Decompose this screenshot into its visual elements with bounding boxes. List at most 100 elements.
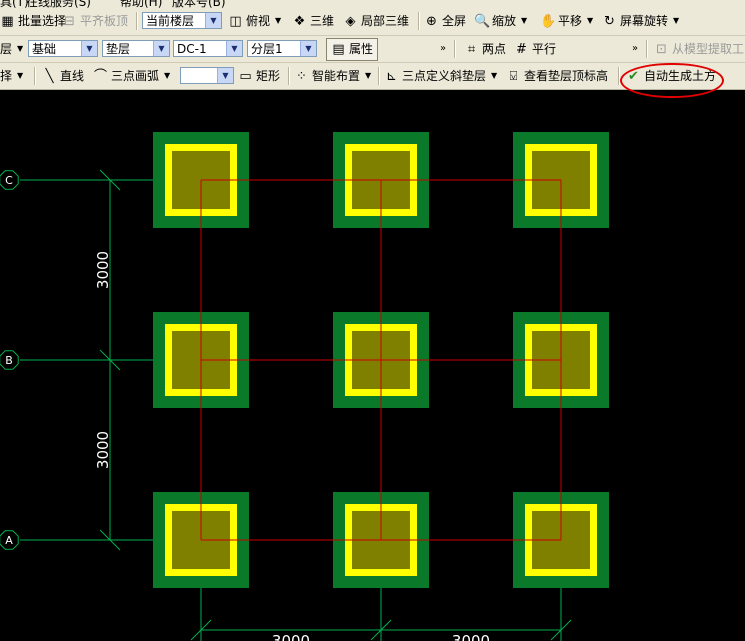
batch-select-icon: ▦ [1, 13, 14, 29]
full-screen-button[interactable]: ⊕ 全屏 [424, 8, 466, 34]
separator [378, 67, 380, 85]
3d-view-icon: ❖ [293, 13, 306, 29]
pan-label: 平移 [558, 14, 583, 28]
category-select[interactable]: 基础 ▼ [28, 40, 98, 57]
align-top-button[interactable]: ⊟ 平齐板顶 [62, 8, 128, 34]
chevron-down-icon: ▼ [81, 41, 97, 56]
parallel-label: 平行 [532, 42, 557, 56]
separator [618, 67, 620, 85]
arc-icon: ⌒ [93, 68, 107, 84]
floor-select-value: 当前楼层 [146, 14, 195, 28]
toolbar-overflow-chevron[interactable]: » [440, 36, 446, 62]
extract-icon: ⊡ [656, 41, 667, 57]
slope-icon: ⊾ [386, 68, 397, 84]
smart-layout-label: 智能布置 [312, 69, 361, 83]
dropdown-caret-icon: ▼ [17, 44, 24, 53]
auto-earthwork-button[interactable]: ✔ 自动生成土方 [626, 63, 716, 89]
dropdown-caret-icon: ▼ [587, 16, 594, 25]
properties-button[interactable]: ▤ 属性 [326, 38, 379, 61]
three-d-label: 三维 [310, 14, 335, 28]
dropdown-caret-icon: ▼ [275, 16, 282, 25]
three-point-slope-button[interactable]: ⊾ 三点定义斜垫层 ▼ [384, 63, 497, 89]
three-d-button[interactable]: ❖ 三维 [292, 8, 334, 34]
three-point-arc-button[interactable]: ⌒ 三点画弧 ▼ [93, 63, 170, 89]
checkmark-icon: ✔ [628, 68, 639, 84]
batch-select-label: 批量选择 [18, 14, 67, 28]
axis-bubbles: C B A [0, 170, 19, 550]
rotate-screen-button[interactable]: ↻ 屏幕旋转 ▼ [602, 8, 679, 34]
dimension-text-horizontal: 3000 [272, 632, 310, 641]
check-top-elevation-label: 查看垫层顶标高 [524, 69, 609, 83]
chevron-down-icon: ▼ [300, 41, 316, 56]
properties-icon: ▤ [332, 42, 345, 57]
axis-bubble-label: B [5, 354, 13, 367]
extract-from-model-label: 从模型提取工 [672, 42, 745, 56]
chevron-down-icon: ▼ [153, 41, 169, 56]
member-type-select[interactable]: 垫层 ▼ [102, 40, 170, 57]
dimension-text-vertical: 3000 [94, 251, 112, 289]
separator [34, 67, 36, 85]
axis-bubble-label: C [5, 174, 13, 187]
toolbar-member: 层 ▼ 基础 ▼ 垫层 ▼ DC-1 ▼ 分层1 ▼ ▤ 属性 » ⌗ 两点 #… [0, 36, 745, 63]
auto-earthwork-label: 自动生成土方 [644, 69, 717, 83]
separator [646, 40, 648, 58]
top-view-label: 俯视 [246, 14, 271, 28]
parallel-button[interactable]: # 平行 [514, 36, 556, 62]
align-top-label: 平齐板顶 [80, 14, 129, 28]
chevron-down-icon: ▼ [217, 68, 233, 83]
check-top-elevation-button[interactable]: ⍌ 查看垫层顶标高 [506, 63, 608, 89]
chevron-down-icon: ▼ [226, 41, 242, 56]
two-points-label: 两点 [482, 42, 507, 56]
dimension-text-vertical: 3000 [94, 431, 112, 469]
shape-select[interactable]: ▼ [180, 67, 234, 84]
align-top-icon: ⊟ [64, 13, 75, 29]
select-button[interactable]: 择 ▼ [0, 63, 23, 89]
drawing-canvas[interactable]: 3000 3000 3000 3000 C B A [0, 90, 745, 641]
smart-layout-icon: ⁘ [296, 68, 307, 84]
full-screen-label: 全屏 [442, 14, 467, 28]
top-view-button[interactable]: ◫ 俯视 ▼ [228, 8, 281, 34]
member-type-select-value: 垫层 [106, 42, 131, 56]
zoom-button[interactable]: 🔍 缩放 ▼ [474, 8, 527, 34]
separator [288, 67, 290, 85]
two-points-button[interactable]: ⌗ 两点 [464, 36, 506, 62]
extract-from-model-button[interactable]: ⊡ 从模型提取工 [654, 36, 744, 62]
dropdown-caret-icon: ▼ [521, 16, 528, 25]
line-button[interactable]: ╲ 直线 [42, 63, 84, 89]
elevation-icon: ⍌ [509, 68, 518, 84]
toolbar-view: ▦ 批量选择 ⊟ 平齐板顶 当前楼层 ▼ ◫ 俯视 ▼ ❖ 三维 ◈ 局部三维 … [0, 8, 745, 36]
toolbar-draw: 择 ▼ ╲ 直线 ⌒ 三点画弧 ▼ ▼ ▭ 矩形 ⁘ 智能布置 ▼ ⊾ 三点定义… [0, 63, 745, 90]
dropdown-caret-icon: ▼ [164, 71, 171, 80]
layer-label: 层 ▼ [0, 36, 23, 62]
rect-label: 矩形 [256, 69, 281, 83]
pan-button[interactable]: ✋ 平移 ▼ [540, 8, 593, 34]
zoom-label: 缩放 [492, 14, 517, 28]
rotate-icon: ↻ [604, 13, 615, 29]
smart-layout-button[interactable]: ⁘ 智能布置 ▼ [294, 63, 371, 89]
magnifier-icon: 🔍 [474, 13, 491, 29]
axis-lines [200, 179, 562, 541]
three-point-slope-label: 三点定义斜垫层 [402, 69, 487, 83]
partial-3d-button[interactable]: ◈ 局部三维 [343, 8, 410, 34]
member-name-select[interactable]: DC-1 ▼ [173, 40, 243, 57]
separator [418, 12, 420, 30]
dropdown-caret-icon: ▼ [673, 16, 680, 25]
hand-icon: ✋ [540, 13, 557, 29]
select-label: 择 [0, 69, 13, 83]
sublayer-select[interactable]: 分层1 ▼ [247, 40, 317, 57]
toolbar-overflow-chevron[interactable]: » [632, 36, 638, 62]
partial-3d-icon: ◈ [345, 13, 356, 29]
dropdown-caret-icon: ▼ [491, 71, 498, 80]
cube-icon: ◫ [229, 13, 242, 29]
two-points-icon: ⌗ [467, 41, 476, 57]
properties-label: 属性 [349, 42, 374, 56]
floor-select[interactable]: 当前楼层 ▼ [142, 12, 222, 29]
rect-button[interactable]: ▭ 矩形 [238, 63, 280, 89]
rotate-screen-label: 屏幕旋转 [620, 14, 669, 28]
full-screen-icon: ⊕ [426, 13, 437, 29]
batch-select-button[interactable]: ▦ 批量选择 [0, 8, 66, 34]
layer-label-text: 层 [0, 42, 13, 56]
axis-bubble-label: A [5, 534, 13, 547]
line-icon: ╲ [45, 68, 54, 84]
chevron-down-icon: ▼ [205, 13, 221, 28]
